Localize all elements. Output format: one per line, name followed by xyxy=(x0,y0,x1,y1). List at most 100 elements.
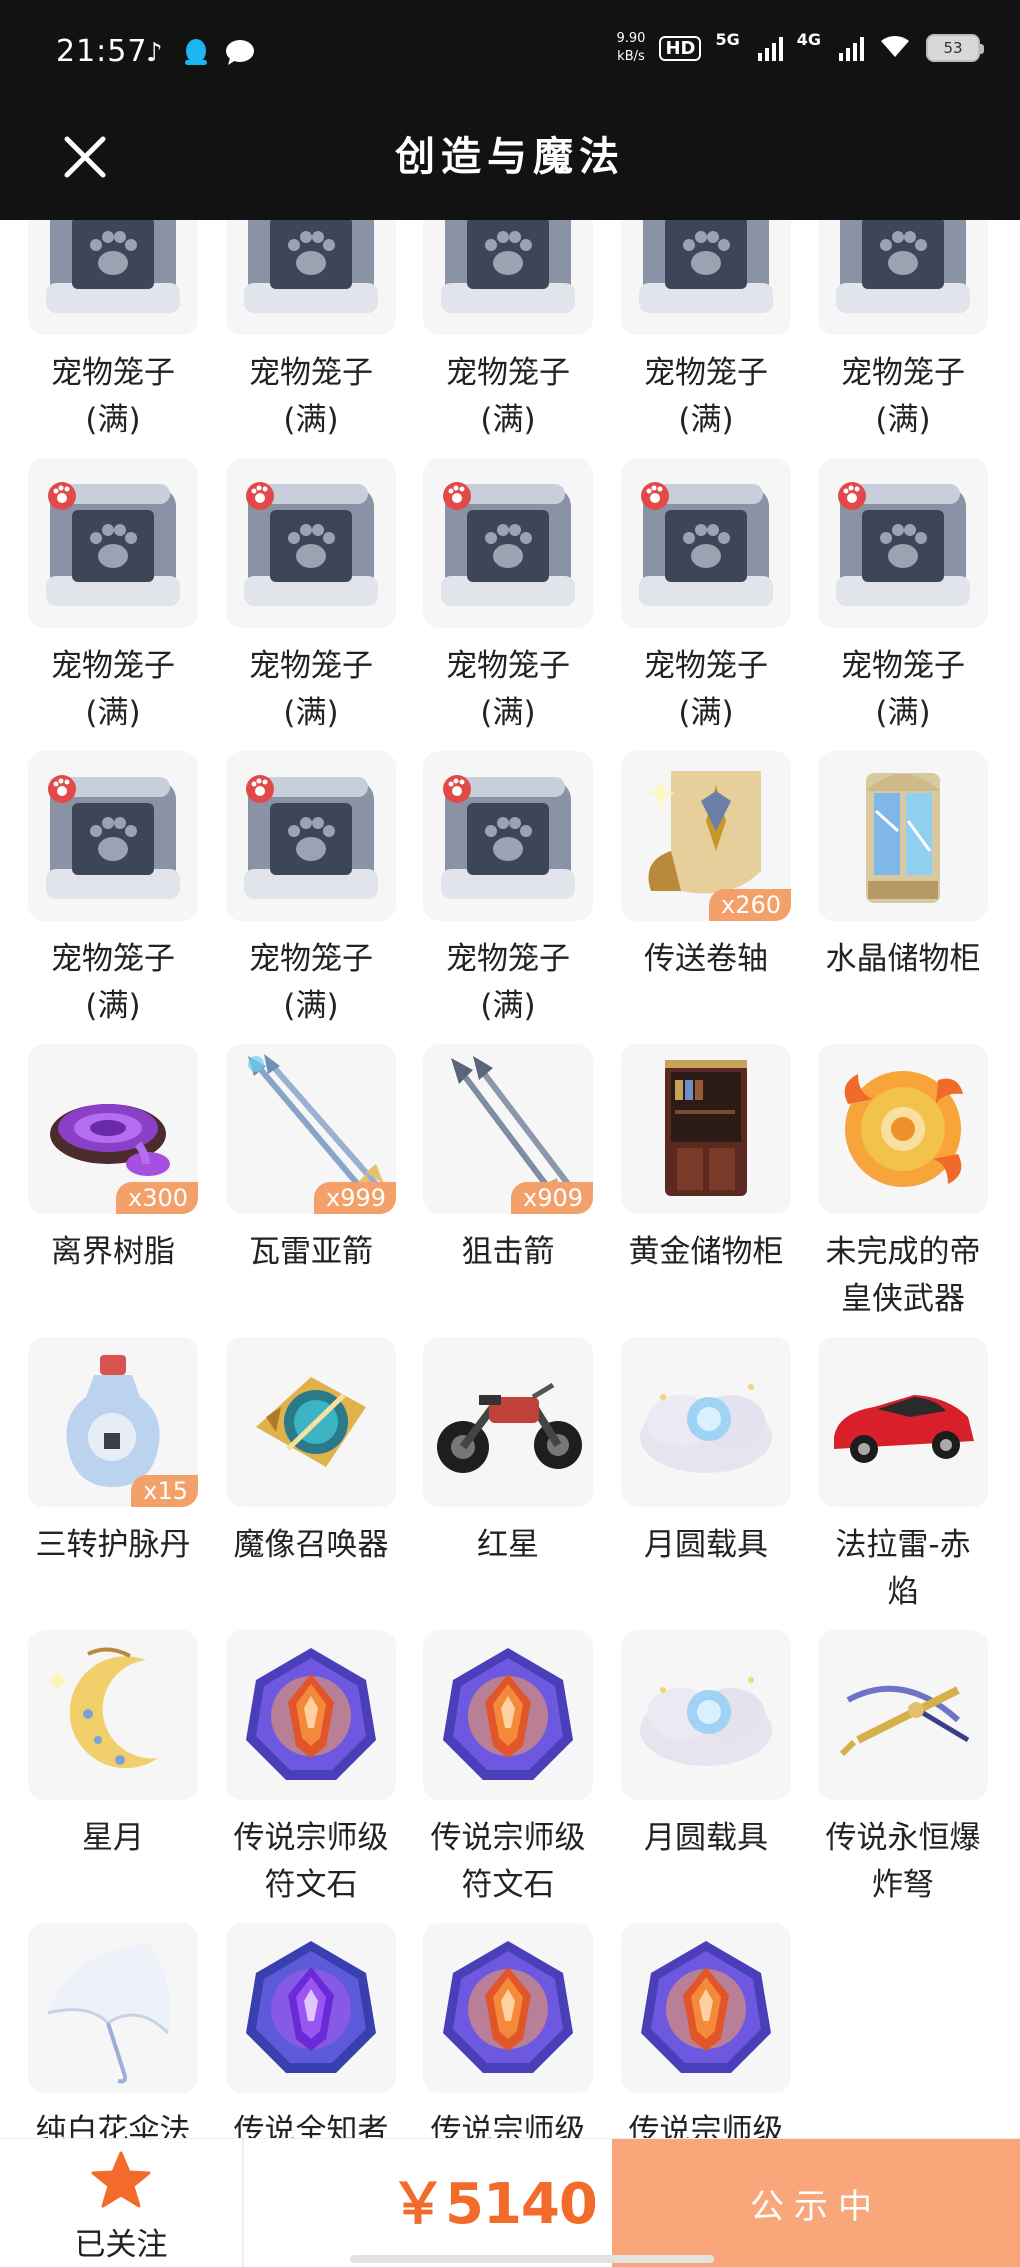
music-icon: ♪ xyxy=(146,38,163,68)
rune-orange-icon xyxy=(226,1630,396,1800)
pet-cage-icon xyxy=(226,220,396,335)
item-name: 未完成的帝 皇侠武器 xyxy=(825,1234,981,1317)
bottom-bar: 已关注 ￥5140 公示中 xyxy=(0,2138,1020,2267)
net-label-5g: 5G xyxy=(715,30,740,49)
quantity-badge: x909 xyxy=(510,1182,593,1214)
item-card[interactable]: x15 三转护脉丹 xyxy=(0,1314,198,1607)
header: 创造与魔法 xyxy=(0,110,1020,220)
message-icon xyxy=(224,38,256,73)
item-card[interactable]: 水晶储物柜 xyxy=(790,728,988,1021)
top-bar: 21:57 ♪ 9.90 kB/s HD 5G 4G 53 创造与魔法 xyxy=(0,0,1020,220)
pet-cage-icon xyxy=(423,458,593,628)
item-card[interactable]: 宠物笼子 (满) xyxy=(593,220,791,438)
item-card[interactable]: 宠物笼子 (满) xyxy=(395,728,593,1024)
item-name: 传说宗师级 符文石 xyxy=(430,1820,586,1903)
item-card[interactable]: 纯白花伞法 杖 xyxy=(0,1900,198,2140)
status-button[interactable]: 公示中 xyxy=(612,2139,1020,2267)
item-name: 瓦雷亚箭 xyxy=(249,1234,373,1270)
net-label-4g: 4G xyxy=(796,30,821,49)
arrows-gold-icon: x999 xyxy=(226,1044,396,1214)
item-card[interactable]: 月圆载具 xyxy=(593,1607,791,1900)
item-name: 纯白花伞法 杖 xyxy=(35,2113,191,2140)
moon-cloud-icon xyxy=(621,1630,791,1800)
rune-orange-icon xyxy=(621,1923,791,2093)
item-card[interactable]: 传说宗师级 符文石 xyxy=(593,1900,791,2140)
item-card[interactable]: 宠物笼子 (满) xyxy=(0,728,198,1024)
item-card[interactable]: 宠物笼子 (满) xyxy=(790,435,988,731)
status-bar: 21:57 ♪ 9.90 kB/s HD 5G 4G 53 xyxy=(0,0,1020,110)
item-name: 法拉雷-赤 焰 xyxy=(835,1527,971,1610)
pet-cage-icon xyxy=(423,751,593,921)
item-card[interactable]: 宠物笼子 (满) xyxy=(198,728,396,1024)
item-name: 星月 xyxy=(82,1820,144,1856)
item-card[interactable]: 法拉雷-赤 焰 xyxy=(790,1314,988,1610)
item-card[interactable]: 宠物笼子 (满) xyxy=(0,220,198,438)
item-name: 传说宗师级 符文石 xyxy=(233,1820,389,1903)
item-name: 传说宗师级 符文石 xyxy=(430,2113,586,2140)
golem-summoner-icon xyxy=(226,1337,396,1507)
item-card[interactable]: x300 离界树脂 xyxy=(0,1021,198,1314)
item-name: 宠物笼子 (满) xyxy=(51,648,175,731)
item-card[interactable]: 未完成的帝 皇侠武器 xyxy=(790,1021,988,1317)
signal-icon xyxy=(757,35,783,61)
item-card[interactable]: 宠物笼子 (满) xyxy=(395,435,593,731)
item-card[interactable]: x260 传送卷轴 xyxy=(593,728,791,1021)
item-name: 魔像召唤器 xyxy=(233,1527,389,1563)
wifi-icon xyxy=(878,33,912,64)
item-card[interactable]: 传说全知者 级符文石 xyxy=(198,1900,396,2140)
item-card[interactable]: 魔像召唤器 xyxy=(198,1314,396,1607)
gold-cabinet-icon xyxy=(621,1044,791,1214)
quantity-badge: x260 xyxy=(708,889,791,921)
item-card[interactable]: x999 瓦雷亚箭 xyxy=(198,1021,396,1314)
motorcycle-icon xyxy=(423,1337,593,1507)
quantity-badge: x300 xyxy=(115,1182,198,1214)
item-card[interactable]: 传说宗师级 符文石 xyxy=(198,1607,396,1903)
item-card[interactable]: 星月 xyxy=(0,1607,198,1900)
item-name: 宠物笼子 (满) xyxy=(841,355,965,438)
item-name: 宠物笼子 (满) xyxy=(446,941,570,1024)
item-card[interactable]: x909 狙击箭 xyxy=(395,1021,593,1314)
item-card[interactable]: 宠物笼子 (满) xyxy=(790,220,988,438)
battery-level: 53 xyxy=(943,39,963,57)
item-card[interactable]: 宠物笼子 (满) xyxy=(395,220,593,438)
battery-icon: 53 xyxy=(926,34,984,62)
pet-cage-icon xyxy=(818,220,988,335)
item-name: 传说全知者 级符文石 xyxy=(233,2113,389,2140)
umbrella-icon xyxy=(28,1923,198,2093)
item-name: 宠物笼子 (满) xyxy=(249,941,373,1024)
item-card[interactable]: 黄金储物柜 xyxy=(593,1021,791,1314)
item-name: 宠物笼子 (满) xyxy=(446,355,570,438)
item-grid: 宠物笼子 (满) 宠物笼子 (满) 宠物笼子 (满) 宠物笼子 (满) 宠物笼子 (满)… xyxy=(0,220,1020,2140)
pet-cage-icon xyxy=(226,458,396,628)
item-name: 宠物笼子 (满) xyxy=(51,941,175,1024)
net-speed-unit: kB/s xyxy=(617,49,645,64)
item-name: 宠物笼子 (满) xyxy=(51,355,175,438)
item-card[interactable]: 宠物笼子 (满) xyxy=(0,435,198,731)
pet-cage-icon xyxy=(621,220,791,335)
pet-cage-icon xyxy=(818,458,988,628)
item-card[interactable]: 红星 xyxy=(395,1314,593,1607)
hd-badge: HD xyxy=(659,35,702,61)
quantity-badge: x999 xyxy=(313,1182,396,1214)
red-car-icon xyxy=(818,1337,988,1507)
divider xyxy=(242,2139,244,2267)
rune-orange-icon xyxy=(423,1923,593,2093)
item-card[interactable]: 宠物笼子 (满) xyxy=(198,435,396,731)
item-name: 月圆载具 xyxy=(644,1527,768,1563)
item-card[interactable]: 传说宗师级 符文石 xyxy=(395,1900,593,2140)
arrows-steel-icon: x909 xyxy=(423,1044,593,1214)
follow-button[interactable]: 已关注 xyxy=(0,2139,242,2267)
item-card[interactable]: 月圆载具 xyxy=(593,1314,791,1607)
item-card[interactable]: 宠物笼子 (满) xyxy=(198,220,396,438)
item-name: 红星 xyxy=(477,1527,539,1563)
net-speed-value: 9.90 xyxy=(616,31,646,46)
moon-cloud-icon xyxy=(621,1337,791,1507)
item-card[interactable]: 传说宗师级 符文石 xyxy=(395,1607,593,1903)
star-icon xyxy=(91,2151,151,2208)
item-card[interactable]: 宠物笼子 (满) xyxy=(593,435,791,731)
rune-orange-icon xyxy=(423,1630,593,1800)
item-card[interactable]: 传说永恒爆 炸弩 xyxy=(790,1607,988,1903)
crescent-moon-icon xyxy=(28,1630,198,1800)
item-name: 宠物笼子 (满) xyxy=(249,648,373,731)
item-name: 传说宗师级 符文石 xyxy=(628,2113,784,2140)
